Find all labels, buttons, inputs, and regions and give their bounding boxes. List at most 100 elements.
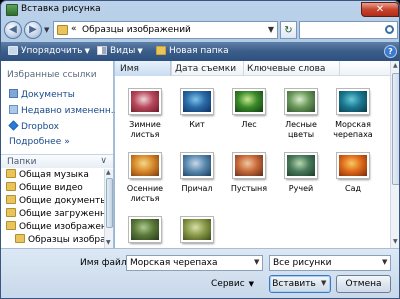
navigation-bar: ◀ ▶ ▼ « Образцы изображений ▼ ↻ <box>1 19 399 41</box>
file-item[interactable]: Лесные цветы <box>276 89 326 140</box>
tree-item[interactable]: Общая музыка <box>6 169 89 180</box>
sidebar-item-label: Dropbox <box>21 122 59 132</box>
folder-icon <box>57 25 68 35</box>
file-name: Лесные цветы <box>285 120 317 139</box>
folder-tree-scrollbar[interactable]: ▲ ▼ <box>104 169 113 248</box>
file-item[interactable]: Сад <box>328 153 378 194</box>
folder-icon <box>6 221 16 230</box>
thumbnail-image <box>233 153 265 178</box>
file-list: Имя Дата съемки Ключевые слова Зимние ли… <box>115 61 390 248</box>
scroll-up-icon[interactable]: ▲ <box>393 62 398 69</box>
file-name: Ручей <box>288 184 314 193</box>
breadcrumb-current-folder[interactable]: Образцы изображений <box>82 25 191 35</box>
new-folder-label: Новая папка <box>169 46 229 56</box>
back-button[interactable]: ◀ <box>4 21 22 39</box>
dropbox-icon <box>8 120 19 131</box>
tree-item[interactable]: Общие загруженны <box>6 208 104 219</box>
sidebar-item-label: Недавно измененн... <box>21 106 120 116</box>
file-item[interactable]: Лес <box>224 89 274 130</box>
file-name: Кит <box>189 120 205 129</box>
column-divider[interactable] <box>171 61 172 76</box>
insert-label: Вставить <box>272 279 316 289</box>
search-input[interactable] <box>299 21 398 39</box>
column-keywords[interactable]: Ключевые слова <box>247 64 325 74</box>
views-icon <box>97 46 107 55</box>
column-divider[interactable] <box>339 61 340 76</box>
help-icon[interactable]: ? <box>384 45 397 58</box>
favorites-heading: Избранные ссылки <box>7 70 97 80</box>
tree-item-selected[interactable]: Образцы изображ <box>15 234 104 245</box>
address-bar[interactable]: « Образцы изображений ▼ <box>53 21 278 39</box>
file-item[interactable]: Кит <box>172 89 222 130</box>
file-item-selected[interactable]: Морская черепаха <box>328 89 378 140</box>
tree-item-label: Общие загруженны <box>19 209 104 219</box>
thumbnail-image <box>233 89 265 114</box>
file-name: Осенние листья <box>126 184 164 203</box>
tree-item[interactable]: Общие видео <box>6 182 83 193</box>
scrollbar-thumb[interactable] <box>392 73 399 185</box>
filename-input[interactable]: Морская черепаха <box>126 255 263 271</box>
chevron-down-icon: ▼ <box>137 47 143 55</box>
file-item[interactable]: Пустыня <box>224 153 274 194</box>
file-item[interactable]: Осенние листья <box>120 153 170 204</box>
refresh-button[interactable]: ↻ <box>280 21 297 39</box>
navigation-pane: Избранные ссылки Документы Недавно измен… <box>1 61 119 248</box>
recent-icon <box>9 105 18 114</box>
file-name: Морская черепаха <box>333 120 373 139</box>
breadcrumb-overflow[interactable]: « <box>71 24 77 34</box>
file-list-scrollbar[interactable]: ▲ ▼ <box>390 61 399 248</box>
tools-label: Сервис <box>211 279 245 289</box>
organize-button[interactable]: Упорядочить ▼ <box>8 45 90 58</box>
sidebar-item-documents[interactable]: Документы <box>9 89 75 100</box>
tree-item[interactable]: Общие документы <box>6 195 104 206</box>
thumbnail-image <box>181 153 213 178</box>
cancel-button[interactable]: Отмена <box>336 275 391 293</box>
scroll-up-icon[interactable]: ▲ <box>106 169 111 176</box>
file-item[interactable]: Причал <box>172 153 222 194</box>
file-item[interactable]: Зимние листья <box>120 89 170 140</box>
folder-icon <box>6 208 16 217</box>
insert-picture-dialog: Вставка рисунка ✕ ◀ ▶ ▼ « Образцы изобра… <box>0 0 400 299</box>
sidebar-item-dropbox[interactable]: Dropbox <box>8 120 59 132</box>
organize-label: Упорядочить <box>21 46 83 56</box>
forward-button[interactable]: ▶ <box>24 21 42 39</box>
views-label: Виды <box>110 46 136 56</box>
column-name[interactable]: Имя <box>120 64 139 74</box>
file-item[interactable] <box>172 217 222 242</box>
scroll-down-icon[interactable]: ▼ <box>393 238 398 245</box>
more-links-label: Подробнее <box>9 137 62 147</box>
chevron-icon: ∨ <box>100 156 107 166</box>
window-title: Вставка рисунка <box>21 4 101 14</box>
scroll-down-icon[interactable]: ▼ <box>106 239 111 246</box>
filename-dropdown-icon[interactable]: ▼ <box>254 258 259 266</box>
folders-header[interactable]: Папки ∨ <box>1 154 113 168</box>
sidebar-item-recent[interactable]: Недавно измененн... <box>9 105 119 116</box>
new-folder-button[interactable]: Новая папка <box>156 45 229 58</box>
tree-item[interactable]: Общие изображени <box>6 221 104 232</box>
file-item[interactable]: Ручей <box>276 153 326 194</box>
column-date-taken[interactable]: Дата съемки <box>175 64 236 74</box>
column-headers: Имя Дата съемки Ключевые слова <box>115 61 390 76</box>
insert-options-icon[interactable]: ▼ <box>321 279 326 287</box>
folder-icon <box>6 169 16 178</box>
column-divider[interactable] <box>243 61 244 76</box>
filetype-dropdown-icon[interactable]: ▼ <box>382 258 387 266</box>
folder-icon <box>6 195 16 204</box>
thumbnail-image <box>129 217 161 242</box>
address-dropdown-icon[interactable]: ▼ <box>268 25 274 34</box>
more-links-button[interactable]: Подробнее» <box>9 137 70 147</box>
tools-button[interactable]: Сервис ▼ <box>211 279 254 289</box>
tree-item-label: Общие изображени <box>19 222 104 232</box>
thumbnail-image <box>337 89 369 114</box>
sidebar-item-label: Документы <box>21 90 75 100</box>
filetype-select[interactable]: Все рисунки <box>269 255 391 271</box>
scrollbar-thumb[interactable] <box>106 178 113 228</box>
history-dropdown-icon[interactable]: ▼ <box>44 26 49 34</box>
close-button[interactable]: ✕ <box>361 2 399 17</box>
file-name: Сад <box>344 184 362 193</box>
views-button[interactable]: Виды ▼ <box>97 45 143 58</box>
tree-item-label: Общая музыка <box>19 170 89 180</box>
file-name: Зимние листья <box>129 120 161 139</box>
file-item[interactable] <box>120 217 170 242</box>
thumbnail-image <box>285 89 317 114</box>
